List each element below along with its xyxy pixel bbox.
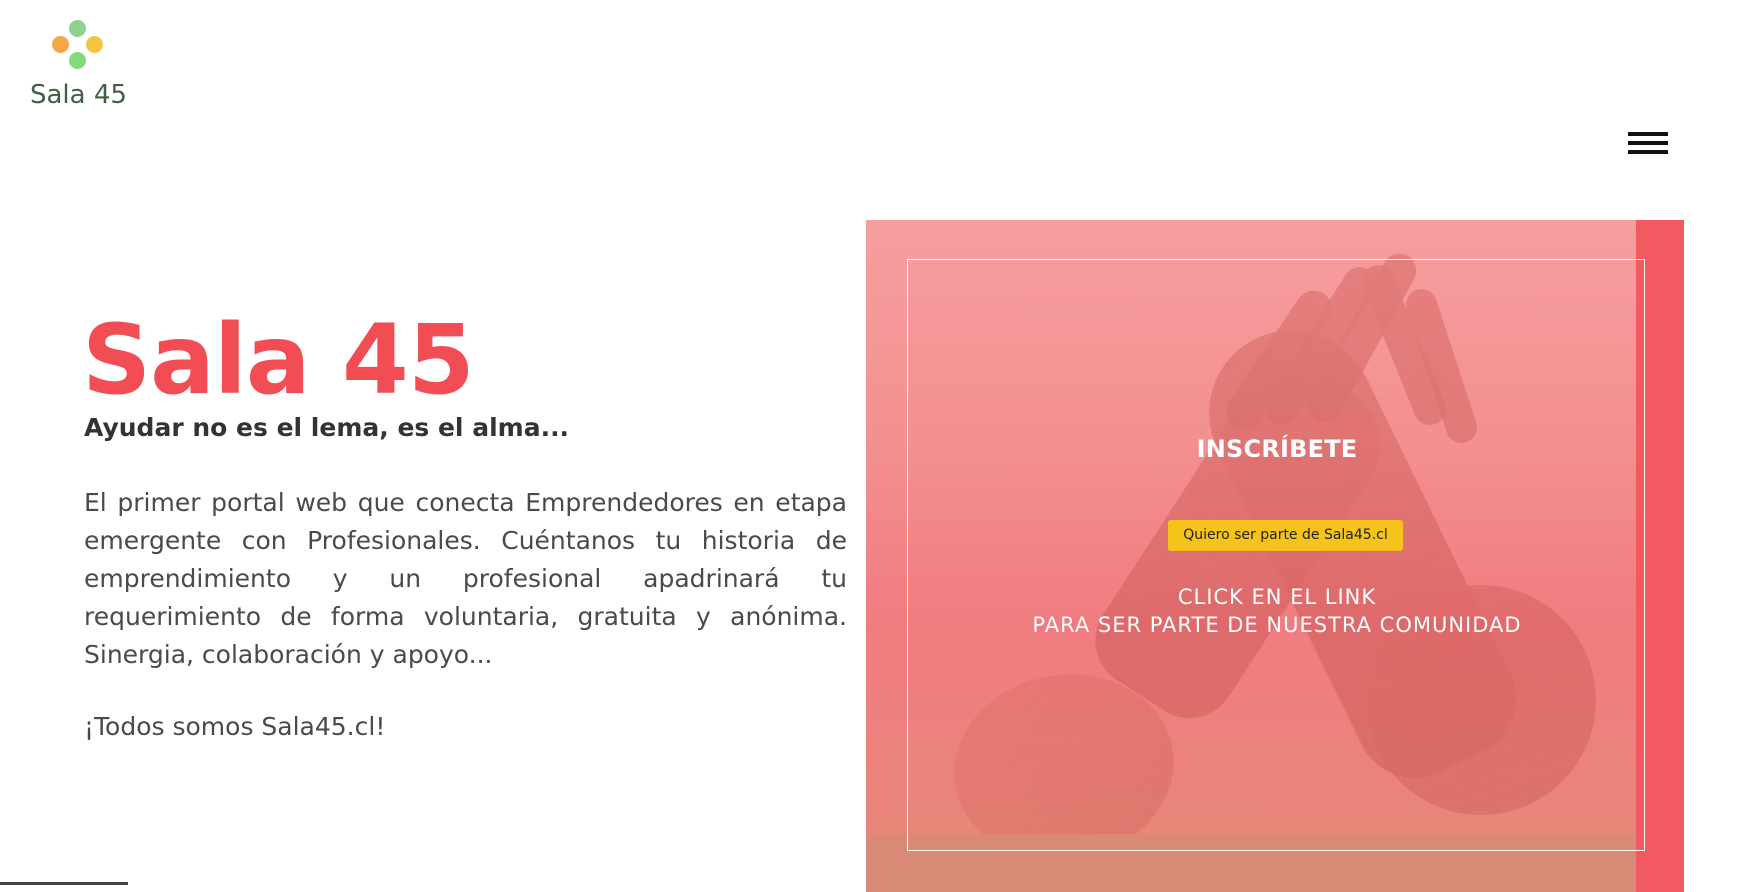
cta-instruction-line-2: PARA SER PARTE DE NUESTRA COMUNIDAD [1032, 613, 1522, 637]
cta-instructions: CLICK EN EL LINK PARA SER PARTE DE NUEST… [908, 583, 1646, 639]
sala-45-logo-icon [52, 18, 104, 70]
logo-dot-left [52, 36, 69, 53]
logo-dot-bottom [69, 52, 86, 69]
registration-panel: INSCRÍBETE Quiero ser parte de Sala45.cl… [866, 220, 1684, 892]
menu-line-bottom [1628, 150, 1668, 154]
cta-content-frame: INSCRÍBETE Quiero ser parte de Sala45.cl… [907, 259, 1645, 851]
logo-dot-top [69, 20, 86, 37]
join-community-button[interactable]: Quiero ser parte de Sala45.cl [1168, 520, 1403, 551]
hamburger-menu-icon[interactable] [1628, 132, 1668, 158]
brand-logo[interactable]: Sala 45 [30, 18, 140, 113]
brand-name: Sala 45 [30, 80, 127, 110]
menu-line-middle [1628, 141, 1668, 145]
hero-title: Sala 45 [82, 304, 475, 416]
hero-tagline: ¡Todos somos Sala45.cl! [84, 712, 386, 741]
cta-title: INSCRÍBETE [1196, 435, 1358, 463]
cta-instruction-line-1: CLICK EN EL LINK [1177, 585, 1377, 609]
hero-description: El primer portal web que conecta Emprend… [84, 488, 847, 669]
menu-line-top [1628, 132, 1668, 136]
hero-subtitle: Ayudar no es el lema, es el alma... [84, 413, 570, 442]
page-bottom-divider [0, 882, 128, 885]
logo-dot-right [86, 36, 103, 53]
